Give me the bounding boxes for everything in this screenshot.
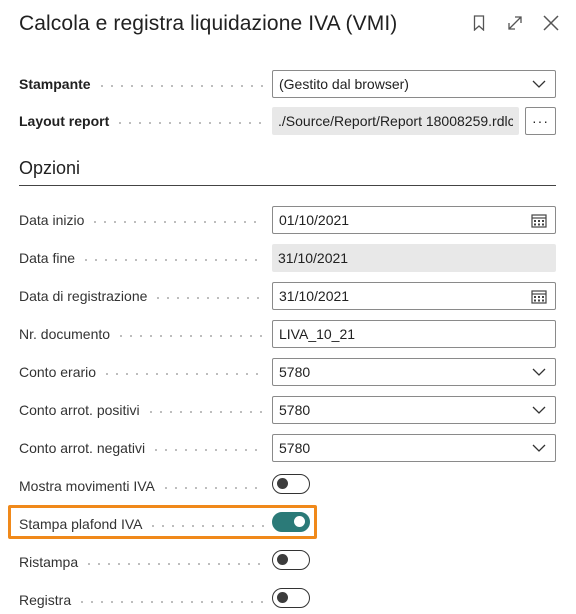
ristampa-toggle[interactable] [272, 550, 310, 570]
ristampa-label: Ristampa [19, 554, 79, 570]
data-registrazione-input[interactable]: 31/10/2021 [272, 282, 556, 310]
row-nr-documento: Nr. documento LIVA_10_21 [19, 320, 556, 348]
chevron-down-icon [529, 80, 549, 88]
row-mostra-movimenti-iva: Mostra movimenti IVA [19, 472, 556, 500]
calendar-icon[interactable] [529, 213, 549, 228]
registra-label: Registra [19, 592, 72, 608]
row-stampa-plafond-iva: Stampa plafond IVA [19, 510, 556, 538]
calendar-icon[interactable] [529, 289, 549, 304]
row-data-fine: Data fine 31/10/2021 [19, 244, 556, 272]
mostra-movimenti-iva-label: Mostra movimenti IVA [19, 478, 155, 494]
row-data-registrazione: Data di registrazione 31/10/2021 [19, 282, 556, 310]
bookmark-icon[interactable] [468, 12, 490, 34]
nr-documento-label: Nr. documento [19, 326, 111, 342]
registra-toggle[interactable] [272, 588, 310, 608]
layout-report-field: ./Source/Report/Report 18008259.rdlc [272, 107, 519, 135]
conto-erario-label: Conto erario [19, 364, 97, 380]
row-layout-report: Layout report ./Source/Report/Report 180… [19, 107, 556, 135]
row-data-inizio: Data inizio 01/10/2021 [19, 206, 556, 234]
conto-arrot-negativi-select[interactable]: 5780 [272, 434, 556, 462]
chevron-down-icon [529, 406, 549, 414]
data-fine-field: 31/10/2021 [272, 244, 556, 272]
chevron-down-icon [529, 444, 549, 452]
conto-arrot-positivi-label: Conto arrot. positivi [19, 402, 140, 418]
mostra-movimenti-iva-toggle[interactable] [272, 474, 310, 494]
section-opzioni: Opzioni [19, 158, 556, 186]
window-controls [468, 12, 562, 34]
data-inizio-input[interactable]: 01/10/2021 [272, 206, 556, 234]
row-stampante: Stampante (Gestito dal browser) [19, 70, 556, 98]
row-conto-arrot-positivi: Conto arrot. positivi 5780 [19, 396, 556, 424]
conto-arrot-positivi-select[interactable]: 5780 [272, 396, 556, 424]
stampante-select[interactable]: (Gestito dal browser) [272, 70, 556, 98]
dialog-title: Calcola e registra liquidazione IVA (VMI… [19, 12, 398, 35]
layout-report-lookup-button[interactable]: ··· [525, 107, 556, 135]
stampa-plafond-iva-toggle[interactable] [272, 512, 310, 532]
conto-arrot-negativi-label: Conto arrot. negativi [19, 440, 146, 456]
conto-erario-select[interactable]: 5780 [272, 358, 556, 386]
row-registra: Registra [19, 586, 556, 614]
stampa-plafond-iva-label: Stampa plafond IVA [19, 516, 143, 532]
chevron-down-icon [529, 368, 549, 376]
nr-documento-input[interactable]: LIVA_10_21 [272, 320, 556, 348]
row-conto-arrot-negativi: Conto arrot. negativi 5780 [19, 434, 556, 462]
row-ristampa: Ristampa [19, 548, 556, 576]
expand-icon[interactable] [504, 12, 526, 34]
close-icon[interactable] [540, 12, 562, 34]
stampante-label: Stampante [19, 76, 91, 92]
row-conto-erario: Conto erario 5780 [19, 358, 556, 386]
layout-report-label: Layout report [19, 113, 110, 129]
data-fine-label: Data fine [19, 250, 76, 266]
data-registrazione-label: Data di registrazione [19, 288, 148, 304]
data-inizio-label: Data inizio [19, 212, 85, 228]
